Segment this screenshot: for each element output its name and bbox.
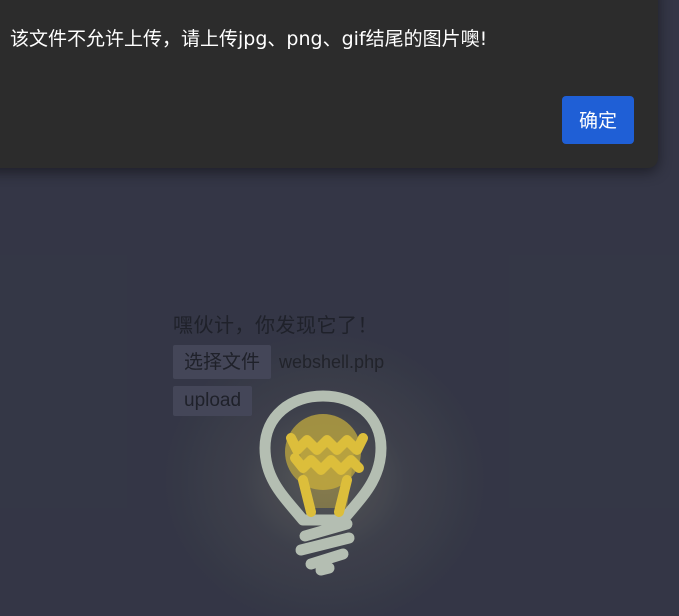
dialog-message: 该文件不允许上传，请上传jpg、png、gif结尾的图片噢! (10, 28, 488, 50)
ok-button[interactable]: 确定 (562, 96, 634, 144)
alert-dialog: 该文件不允许上传，请上传jpg、png、gif结尾的图片噢! 确定 (0, 0, 658, 168)
